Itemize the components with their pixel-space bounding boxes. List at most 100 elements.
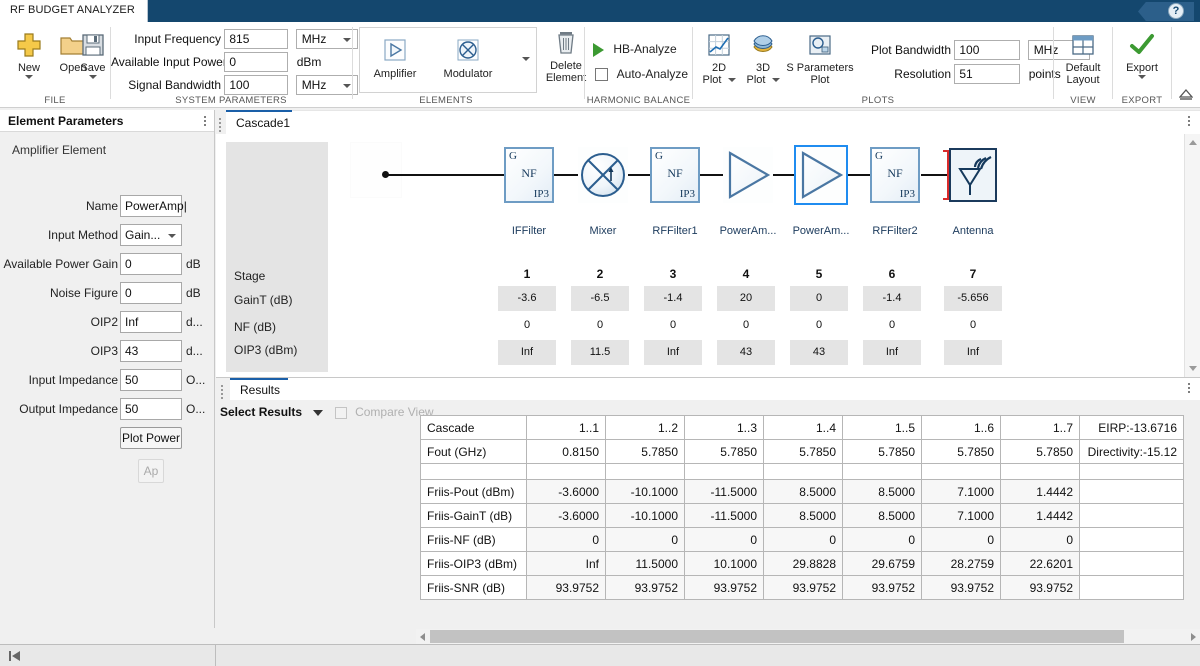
cell[interactable]: 7.1000 <box>921 479 1001 504</box>
cell[interactable]: 5.7850 <box>1000 439 1080 464</box>
cell[interactable]: 8.5000 <box>842 479 922 504</box>
cell[interactable]: -10.1000 <box>605 503 685 528</box>
new-button[interactable]: New <box>6 30 52 79</box>
available-power-gain-input[interactable]: 0 <box>120 253 182 275</box>
elements-more-button[interactable] <box>522 56 530 61</box>
gaint-cell[interactable]: -6.5 <box>571 286 629 311</box>
cell[interactable]: 1..4 <box>763 415 843 440</box>
caret-down-icon[interactable] <box>313 409 324 416</box>
kebab-menu-icon[interactable] <box>1187 114 1190 128</box>
name-input[interactable]: PowerAmp| <box>120 195 187 217</box>
scroll-up-arrow[interactable] <box>1189 140 1197 145</box>
oip3-cell[interactable]: 43 <box>790 340 848 365</box>
cell[interactable]: 93.9752 <box>842 575 922 600</box>
element-iffilter[interactable]: G NF IP3 IFFilter <box>504 147 554 237</box>
table-row[interactable]: Friis-SNR (dB) 93.9752 93.9752 93.9752 9… <box>420 575 1184 600</box>
cell[interactable]: 93.9752 <box>526 575 606 600</box>
cell[interactable]: -11.5000 <box>684 503 764 528</box>
drag-grip-icon[interactable] <box>221 383 225 399</box>
cell[interactable]: 0 <box>684 527 764 552</box>
output-impedance-input[interactable]: 50 <box>120 398 182 420</box>
delete-element-button[interactable]: Delete Element <box>543 28 589 84</box>
scroll-right-arrow[interactable] <box>1191 633 1196 641</box>
kebab-menu-icon[interactable] <box>203 114 206 128</box>
signal-bandwidth-unit-select[interactable]: MHz <box>295 75 358 95</box>
element-rffilter1[interactable]: G NF IP3 RFFilter1 <box>650 147 700 237</box>
cell[interactable]: -3.6000 <box>526 479 606 504</box>
select-results-label[interactable]: Select Results <box>220 405 302 419</box>
help-question-icon[interactable]: ? <box>1168 3 1184 19</box>
cell[interactable]: -10.1000 <box>605 479 685 504</box>
cell[interactable]: 1..5 <box>842 415 922 440</box>
element-antenna[interactable]: Antenna <box>948 147 998 237</box>
cell[interactable]: 28.2759 <box>921 551 1001 576</box>
input-frequency-unit-select[interactable]: MHz <box>295 29 358 49</box>
cell[interactable]: 0 <box>526 527 606 552</box>
default-layout-button[interactable]: Default Layout <box>1058 30 1108 86</box>
collapse-ribbon-icon[interactable] <box>1178 88 1194 103</box>
hb-analyze-button[interactable]: HB-Analyze <box>593 42 677 57</box>
results-table[interactable]: Cascade 1..1 1..2 1..3 1..4 1..5 1..6 1.… <box>420 415 1184 600</box>
cell[interactable]: 5.7850 <box>921 439 1001 464</box>
cell[interactable]: 0.8150 <box>526 439 606 464</box>
plot-bandwidth-input[interactable]: 100 <box>954 40 1021 60</box>
cell[interactable]: -3.6000 <box>526 503 606 528</box>
oip3-cell[interactable]: Inf <box>498 340 556 365</box>
cell[interactable]: 0 <box>605 527 685 552</box>
oip3-cell[interactable]: 43 <box>717 340 775 365</box>
scroll-down-arrow[interactable] <box>1189 366 1197 371</box>
kebab-menu-icon[interactable] <box>1187 381 1190 395</box>
cell[interactable]: 1..2 <box>605 415 685 440</box>
cell[interactable]: 93.9752 <box>605 575 685 600</box>
drag-grip-icon[interactable] <box>219 116 223 132</box>
chevron-down-icon[interactable] <box>771 78 780 83</box>
cell[interactable]: 5.7850 <box>605 439 685 464</box>
table-row[interactable]: Friis-NF (dB) 0 0 0 0 0 0 0 <box>420 527 1184 552</box>
cell[interactable]: 1..6 <box>921 415 1001 440</box>
skip-to-start-icon[interactable] <box>8 650 21 665</box>
cell[interactable]: 29.6759 <box>842 551 922 576</box>
input-frequency-input[interactable]: 815 <box>224 29 289 49</box>
signal-bandwidth-input[interactable]: 100 <box>224 75 289 95</box>
cell[interactable]: 0 <box>842 527 922 552</box>
chevron-down-icon[interactable] <box>89 75 97 79</box>
plot-3d-button[interactable]: 3D Plot <box>741 30 785 86</box>
cell[interactable]: 93.9752 <box>1000 575 1080 600</box>
table-row[interactable]: Cascade 1..1 1..2 1..3 1..4 1..5 1..6 1.… <box>420 415 1184 440</box>
cell[interactable]: 0 <box>763 527 843 552</box>
cell[interactable]: 93.9752 <box>763 575 843 600</box>
apply-button[interactable]: Ap <box>138 459 164 483</box>
cell[interactable]: 93.9752 <box>684 575 764 600</box>
table-row[interactable]: Friis-OIP3 (dBm) Inf 11.5000 10.1000 29.… <box>420 551 1184 576</box>
cell[interactable]: 93.9752 <box>921 575 1001 600</box>
app-title-tab[interactable]: RF BUDGET ANALYZER <box>0 0 148 22</box>
scroll-left-arrow[interactable] <box>420 633 425 641</box>
results-horizontal-scrollbar[interactable] <box>416 629 1200 644</box>
cell[interactable]: 11.5000 <box>605 551 685 576</box>
cell[interactable]: 5.7850 <box>842 439 922 464</box>
gaint-cell[interactable]: -1.4 <box>863 286 921 311</box>
cell[interactable]: 1..1 <box>526 415 606 440</box>
cell[interactable]: 1.4442 <box>1000 479 1080 504</box>
element-mixer[interactable]: Mixer <box>578 147 628 237</box>
auto-analyze-checkbox[interactable]: Auto-Analyze <box>595 67 688 82</box>
cell[interactable]: 0 <box>921 527 1001 552</box>
cell[interactable]: 8.5000 <box>763 479 843 504</box>
cell[interactable]: 1.4442 <box>1000 503 1080 528</box>
input-impedance-input[interactable]: 50 <box>120 369 182 391</box>
tab-results[interactable]: Results <box>230 378 295 400</box>
oip3-cell[interactable]: Inf <box>944 340 1002 365</box>
cell[interactable]: 5.7850 <box>763 439 843 464</box>
gaint-cell[interactable]: -5.656 <box>944 286 1002 311</box>
s-parameters-plot-button[interactable]: S Parameters Plot <box>783 30 857 86</box>
element-rffilter2[interactable]: G NF IP3 RFFilter2 <box>870 147 920 237</box>
table-row[interactable]: Friis-GainT (dB) -3.6000 -10.1000 -11.50… <box>420 503 1184 528</box>
gaint-cell[interactable]: 0 <box>790 286 848 311</box>
plot-2d-button[interactable]: 2D Plot <box>697 30 741 86</box>
cell[interactable]: -11.5000 <box>684 479 764 504</box>
cell[interactable]: 22.6201 <box>1000 551 1080 576</box>
oip3-cell[interactable]: Inf <box>863 340 921 365</box>
resolution-input[interactable]: 51 <box>954 64 1021 84</box>
cell[interactable]: 1..7 <box>1000 415 1080 440</box>
export-button[interactable]: Export <box>1119 30 1165 79</box>
